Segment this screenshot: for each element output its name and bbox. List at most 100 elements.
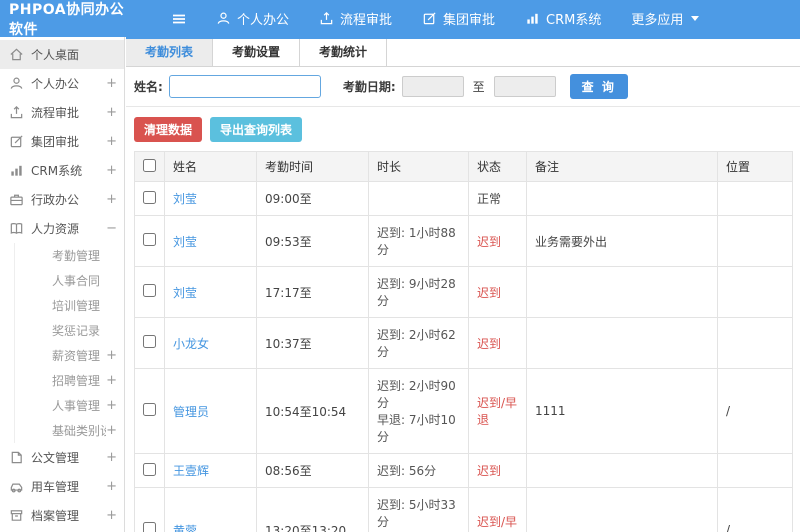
- name-link[interactable]: 黄蓉: [173, 524, 197, 532]
- archive-icon: [9, 508, 24, 523]
- remark-cell: 业务需要外出: [526, 215, 718, 267]
- status-cell: 迟到: [468, 215, 527, 267]
- sidebar-item-crm-system[interactable]: CRM系统 +: [0, 156, 124, 185]
- tab-bar: 考勤列表 考勤设置 考勤统计: [126, 37, 800, 67]
- sidebar-item-document-mgmt[interactable]: 公文管理 +: [0, 443, 124, 472]
- car-icon: [9, 479, 24, 494]
- expand-plus[interactable]: +: [106, 373, 117, 388]
- name-link[interactable]: 刘莹: [173, 286, 197, 300]
- table-row: 管理员 10:54至10:54 迟到: 2小时90分 早退: 7小时10分 迟到…: [134, 368, 793, 454]
- sidebar-subitem-hr-contract[interactable]: 人事合同: [14, 268, 124, 293]
- tab-attendance-list[interactable]: 考勤列表: [126, 39, 214, 66]
- col-duration: 时长: [368, 151, 469, 182]
- name-link[interactable]: 刘莹: [173, 192, 197, 206]
- expand-plus[interactable]: +: [106, 450, 117, 465]
- row-checkbox[interactable]: [143, 462, 156, 476]
- col-time: 考勤时间: [256, 151, 369, 182]
- col-status: 状态: [468, 151, 527, 182]
- sidebar-subitem-recruit-mgmt[interactable]: 招聘管理 +: [14, 368, 124, 393]
- expand-plus[interactable]: +: [106, 105, 117, 120]
- table-row: 刘莹 09:53至 迟到: 1小时88分 迟到 业务需要外出: [134, 215, 793, 267]
- hamburger-menu-icon[interactable]: [170, 11, 188, 27]
- to-label: 至: [472, 80, 485, 94]
- expand-plus[interactable]: +: [106, 192, 117, 207]
- topbar: PHPOA协同办公软件 个人办公 流程审批 集团审批 CRM系统 更多应用: [0, 0, 800, 38]
- nav-crm-system[interactable]: CRM系统: [525, 9, 601, 28]
- table-header-row: 姓名 考勤时间 时长 状态 备注 位置: [134, 151, 793, 182]
- sidebar-subitem-salary-mgmt[interactable]: 薪资管理 +: [14, 343, 124, 368]
- tab-attendance-settings[interactable]: 考勤设置: [213, 39, 301, 66]
- remark-cell: [526, 487, 718, 532]
- query-button[interactable]: 查 询: [569, 74, 628, 99]
- search-form: 姓名: 考勤日期: 至 查 询: [126, 67, 800, 107]
- row-checkbox[interactable]: [143, 284, 156, 297]
- sidebar-item-vehicle-mgmt[interactable]: 用车管理 +: [0, 472, 124, 501]
- user-icon: [216, 11, 231, 26]
- duration-cell: 迟到: 56分: [368, 453, 469, 488]
- collapse-minus[interactable]: −: [106, 221, 117, 236]
- expand-plus[interactable]: +: [106, 423, 117, 438]
- sidebar-subitem-personnel-mgmt[interactable]: 人事管理 +: [14, 393, 124, 418]
- name-link[interactable]: 王壹辉: [173, 464, 209, 478]
- select-all-checkbox[interactable]: [143, 158, 156, 172]
- date-from-input[interactable]: [401, 76, 464, 97]
- table-row: 刘莹 09:00至 正常: [134, 181, 793, 216]
- briefcase-icon: [9, 192, 24, 207]
- row-checkbox[interactable]: [143, 522, 156, 532]
- location-cell: /: [717, 368, 793, 454]
- table-row: 黄蓉 13:20至13:20 迟到: 5小时33分 早退: 4小时67分 迟到/…: [134, 487, 793, 532]
- expand-plus[interactable]: +: [106, 163, 117, 178]
- time-cell: 08:56至: [256, 453, 369, 488]
- export-list-button[interactable]: 导出查询列表: [210, 117, 303, 142]
- sidebar-subitem-base-category-settings[interactable]: 基础类别设置 +: [14, 418, 124, 443]
- row-checkbox[interactable]: [143, 190, 156, 204]
- status-cell: 正常: [468, 181, 527, 216]
- expand-plus[interactable]: +: [106, 398, 117, 413]
- doc-icon: [9, 450, 24, 465]
- location-cell: /: [717, 487, 793, 532]
- remark-cell: 1111: [526, 368, 718, 454]
- attendance-table-wrap: 姓名 考勤时间 时长 状态 备注 位置 刘莹 09:00至 正常 刘莹 09:5…: [126, 151, 800, 532]
- main-content: 考勤列表 考勤设置 考勤统计 姓名: 考勤日期: 至 查 询 清理数据 导出查询…: [126, 37, 800, 532]
- sidebar-subitem-reward-punishment[interactable]: 奖惩记录: [14, 318, 124, 343]
- expand-plus[interactable]: +: [106, 76, 117, 91]
- date-to-input[interactable]: [493, 76, 556, 97]
- expand-plus[interactable]: +: [106, 508, 117, 523]
- status-cell: 迟到: [468, 317, 527, 369]
- flow-icon: [319, 11, 334, 26]
- nav-personal-office[interactable]: 个人办公: [216, 9, 289, 28]
- nav-more-apps[interactable]: 更多应用: [631, 9, 700, 28]
- sidebar-item-personal-desktop[interactable]: 个人桌面: [0, 40, 124, 69]
- col-location: 位置: [717, 151, 793, 182]
- table-row: 王壹辉 08:56至 迟到: 56分 迟到: [134, 453, 793, 488]
- row-checkbox[interactable]: [143, 403, 156, 416]
- tab-attendance-stats[interactable]: 考勤统计: [300, 39, 388, 66]
- nav-workflow-approval[interactable]: 流程审批: [319, 9, 392, 28]
- sidebar-item-group-approval[interactable]: 集团审批 +: [0, 127, 124, 156]
- sidebar-item-human-resources[interactable]: 人力资源 −: [0, 214, 124, 243]
- home-icon: [9, 47, 24, 62]
- time-cell: 13:20至13:20: [256, 487, 369, 532]
- name-link[interactable]: 小龙女: [173, 337, 209, 351]
- nav-group-approval[interactable]: 集团审批: [422, 9, 495, 28]
- sidebar-item-admin-office[interactable]: 行政办公 +: [0, 185, 124, 214]
- expand-plus[interactable]: +: [106, 134, 117, 149]
- nav-label: 个人办公: [237, 13, 290, 28]
- remark-cell: [526, 453, 718, 488]
- sidebar-item-personal-office[interactable]: 个人办公 +: [0, 69, 124, 98]
- row-checkbox[interactable]: [143, 335, 156, 348]
- sidebar-item-workflow-approval[interactable]: 流程审批 +: [0, 98, 124, 127]
- sidebar-subitem-training-mgmt[interactable]: 培训管理: [14, 293, 124, 318]
- sidebar-item-archive-mgmt[interactable]: 档案管理 +: [0, 501, 124, 530]
- status-cell: 迟到: [468, 453, 527, 488]
- expand-plus[interactable]: +: [106, 348, 117, 363]
- name-link[interactable]: 刘莹: [173, 235, 197, 249]
- date-label: 考勤日期:: [342, 80, 396, 94]
- row-checkbox[interactable]: [143, 233, 156, 246]
- name-link[interactable]: 管理员: [173, 405, 209, 419]
- clean-data-button[interactable]: 清理数据: [134, 117, 203, 142]
- sidebar-subitem-attendance-mgmt[interactable]: 考勤管理: [14, 243, 124, 268]
- name-input[interactable]: [168, 75, 321, 98]
- book-icon: [9, 221, 24, 236]
- expand-plus[interactable]: +: [106, 479, 117, 494]
